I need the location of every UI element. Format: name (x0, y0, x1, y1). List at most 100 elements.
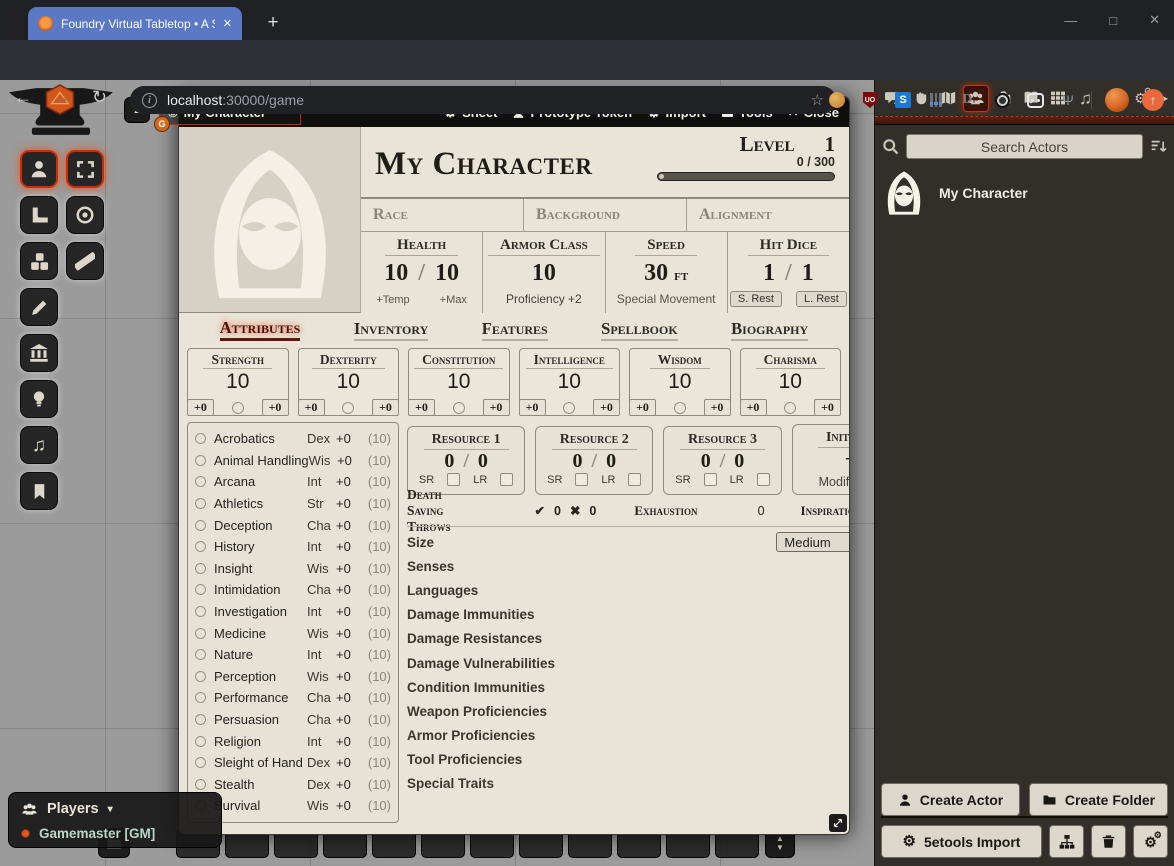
skill-row[interactable]: Deception Cha +0 (10) (195, 514, 391, 536)
tab-attributes[interactable]: Attributes (220, 318, 301, 341)
death-success-icon[interactable]: ✔ (535, 503, 545, 518)
target-tool[interactable] (66, 196, 104, 234)
drawing-tools[interactable] (20, 288, 58, 326)
note-tools[interactable] (20, 472, 58, 510)
token-select-tool[interactable] (20, 150, 58, 188)
ability-score[interactable]: 10 (558, 370, 581, 394)
ability-block[interactable]: Strength 10 +0 +0 (187, 348, 289, 416)
ability-save[interactable]: +0 (483, 399, 510, 416)
ability-block[interactable]: Intelligence 10 +0 +0 (519, 348, 621, 416)
skill-row[interactable]: History Int +0 (10) (195, 536, 391, 558)
measure-tool[interactable] (20, 196, 58, 234)
short-rest-button[interactable]: S. Rest (730, 291, 782, 307)
sr-checkbox[interactable] (447, 473, 460, 486)
speed-stat[interactable]: Speed 30ft Special Movement (606, 232, 728, 313)
tab-close-icon[interactable]: ✕ (223, 17, 232, 30)
skill-name[interactable]: Arcana (214, 474, 307, 489)
window-minimize-button[interactable]: — (1064, 13, 1077, 28)
resource-block[interactable]: Resource 1 0/0 SR LR (407, 426, 525, 495)
tab-inventory[interactable]: Inventory (354, 319, 428, 341)
skill-name[interactable]: Intimidation (214, 582, 307, 597)
sr-checkbox[interactable] (575, 473, 588, 486)
sound-tools[interactable]: ♫ (20, 426, 58, 464)
actor-name[interactable]: My Character (939, 185, 1028, 201)
skill-row[interactable]: Investigation Int +0 (10) (195, 601, 391, 623)
lr-checkbox[interactable] (628, 473, 641, 486)
skill-name[interactable]: Sleight of Hand (214, 755, 307, 770)
skill-proficiency-radio[interactable] (195, 541, 206, 552)
ability-score[interactable]: 10 (226, 370, 249, 394)
ruler-tool[interactable] (66, 242, 104, 280)
resource-max[interactable]: 0 (606, 450, 616, 472)
skill-proficiency-radio[interactable] (195, 606, 206, 617)
new-tab-button[interactable]: + (260, 10, 286, 36)
skill-name[interactable]: Insight (214, 561, 307, 576)
skill-proficiency-radio[interactable] (195, 714, 206, 725)
size-select[interactable]: Medium▼ (776, 532, 849, 552)
create-actor-button[interactable]: Create Actor (881, 783, 1020, 816)
skill-proficiency-radio[interactable] (195, 649, 206, 660)
skill-name[interactable]: Deception (214, 518, 307, 533)
skill-row[interactable]: Survival Wis +0 (10) (195, 795, 391, 817)
ability-score[interactable]: 10 (668, 370, 691, 394)
race-field[interactable]: Race (361, 199, 524, 231)
ability-score[interactable]: 10 (447, 370, 470, 394)
ability-block[interactable]: Dexterity 10 +0 +0 (298, 348, 400, 416)
skill-proficiency-radio[interactable] (195, 476, 206, 487)
ability-block[interactable]: Wisdom 10 +0 +0 (629, 348, 731, 416)
window-maximize-button[interactable]: □ (1109, 13, 1117, 28)
profile-avatar[interactable] (1105, 88, 1129, 112)
skill-name[interactable]: Survival (214, 798, 307, 813)
window-close-button[interactable]: ✕ (1149, 12, 1160, 28)
players-header[interactable]: Players ▾ (9, 798, 221, 820)
actor-list-item[interactable]: My Character (875, 166, 1174, 220)
skill-proficiency-radio[interactable] (195, 671, 206, 682)
death-failure-count[interactable]: 0 (589, 504, 596, 518)
ability-modifier[interactable]: +0 (519, 399, 546, 416)
ability-save[interactable]: +0 (704, 399, 731, 416)
skill-proficiency-radio[interactable] (195, 779, 206, 790)
settings-button[interactable]: ⚙ (1133, 825, 1168, 858)
sr-checkbox[interactable] (704, 473, 717, 486)
skill-name[interactable]: Medicine (214, 626, 307, 641)
skill-row[interactable]: Intimidation Cha +0 (10) (195, 579, 391, 601)
skill-row[interactable]: Stealth Dex +0 (10) (195, 774, 391, 796)
character-sheet-window[interactable]: © My Character G ⚙Sheet Prototype Token … (178, 96, 850, 835)
skill-row[interactable]: Persuasion Cha +0 (10) (195, 709, 391, 731)
lr-checkbox[interactable] (500, 473, 513, 486)
resource-max[interactable]: 0 (478, 450, 488, 472)
delete-button[interactable] (1091, 825, 1126, 858)
create-folder-button[interactable]: Create Folder (1029, 783, 1168, 816)
ability-modifier[interactable]: +0 (629, 399, 656, 416)
skill-name[interactable]: Investigation (214, 604, 307, 619)
bot-extension-icon[interactable] (1025, 90, 1045, 110)
cookie-extension-icon[interactable] (827, 90, 847, 110)
character-portrait[interactable] (179, 127, 361, 313)
hit-dice-stat[interactable]: Hit Dice 1/1 S. Rest L. Rest (728, 232, 849, 313)
skill-name[interactable]: Persuasion (214, 712, 307, 727)
url-bar[interactable]: i localhost:30000/game ☆ (130, 86, 836, 114)
adblock-extension-icon[interactable]: UO (860, 90, 880, 110)
ability-modifier[interactable]: +0 (408, 399, 435, 416)
tabs-extension-icon[interactable] (926, 90, 946, 110)
ability-score[interactable]: 10 (779, 370, 802, 394)
skill-row[interactable]: Nature Int +0 (10) (195, 644, 391, 666)
site-info-icon[interactable]: i (142, 93, 157, 108)
skill-proficiency-radio[interactable] (195, 520, 206, 531)
search-actors-input[interactable] (906, 134, 1143, 159)
exhaustion-value[interactable]: 0 (758, 504, 765, 518)
actor-avatar[interactable] (881, 170, 927, 216)
free-select-tool[interactable] (66, 150, 104, 188)
skill-proficiency-radio[interactable] (195, 455, 206, 466)
fork-extension-icon[interactable]: Ψ (1058, 90, 1078, 110)
ability-block[interactable]: Constitution 10 +0 +0 (408, 348, 510, 416)
skill-row[interactable]: Performance Cha +0 (10) (195, 687, 391, 709)
stylus-extension-icon[interactable]: S (893, 90, 913, 110)
skill-name[interactable]: Stealth (214, 777, 307, 792)
skill-name[interactable]: Acrobatics (214, 431, 307, 446)
lr-checkbox[interactable] (757, 473, 770, 486)
skill-row[interactable]: Acrobatics Dex +0 (10) (195, 428, 391, 450)
skill-proficiency-radio[interactable] (195, 757, 206, 768)
5etools-import-button[interactable]: ⚙ 5etools Import (881, 825, 1042, 858)
character-name[interactable]: My Character (375, 146, 592, 183)
